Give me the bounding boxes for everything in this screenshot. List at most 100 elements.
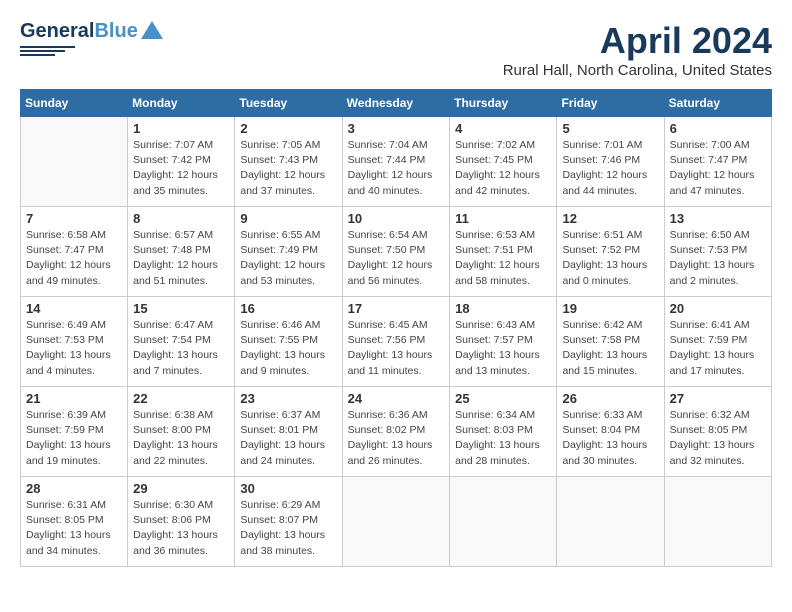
calendar-cell: 17 Sunrise: 6:45 AMSunset: 7:56 PMDayligh… (342, 297, 450, 387)
day-info: Sunrise: 6:50 AMSunset: 7:53 PMDaylight:… (670, 228, 766, 289)
day-number: 10 (348, 211, 445, 226)
calendar-cell: 27Sunrise: 6:32 AMSunset: 8:05 PMDayligh… (664, 387, 771, 477)
day-info: Sunrise: 6:49 AMSunset: 7:53 PMDaylight:… (26, 318, 122, 379)
weekday-header-wednesday: Wednesday (342, 90, 450, 117)
calendar-cell: 23 Sunrise: 6:37 AMSunset: 8:01 PMDayligh… (235, 387, 342, 477)
title-area: April 2024 Rural Hall, North Carolina, U… (503, 20, 772, 79)
day-info: Sunrise: 6:51 AMSunset: 7:52 PMDaylight:… (562, 228, 658, 289)
day-number: 22 (133, 391, 229, 406)
calendar-cell: 18Sunrise: 6:43 AMSunset: 7:57 PMDayligh… (450, 297, 557, 387)
calendar-cell: 7 Sunrise: 6:58 AMSunset: 7:47 PMDaylight… (21, 207, 128, 297)
day-info: Sunrise: 6:38 AMSunset: 8:00 PMDaylight:… (133, 408, 229, 469)
calendar-cell: 28Sunrise: 6:31 AMSunset: 8:05 PMDayligh… (21, 477, 128, 567)
day-info: Sunrise: 7:04 AMSunset: 7:44 PMDaylight:… (348, 138, 445, 199)
day-info: Sunrise: 6:29 AMSunset: 8:07 PMDaylight:… (240, 498, 336, 559)
day-info: Sunrise: 6:47 AMSunset: 7:54 PMDaylight:… (133, 318, 229, 379)
weekday-header-thursday: Thursday (450, 90, 557, 117)
day-number: 7 (26, 211, 122, 226)
day-info: Sunrise: 7:07 AMSunset: 7:42 PMDaylight:… (133, 138, 229, 199)
calendar-cell: 11 Sunrise: 6:53 AMSunset: 7:51 PMDayligh… (450, 207, 557, 297)
logo-text: GeneralBlue (20, 20, 138, 43)
day-number: 16 (240, 301, 336, 316)
calendar-cell: 20 Sunrise: 6:41 AMSunset: 7:59 PMDayligh… (664, 297, 771, 387)
calendar-cell (342, 477, 450, 567)
day-number: 30 (240, 481, 336, 496)
weekday-header-monday: Monday (128, 90, 235, 117)
day-number: 1 (133, 121, 229, 136)
day-number: 24 (348, 391, 445, 406)
page-header: GeneralBlue April 2024 Rural Hall, North… (20, 20, 772, 79)
day-number: 4 (455, 121, 551, 136)
day-info: Sunrise: 6:37 AMSunset: 8:01 PMDaylight:… (240, 408, 336, 469)
day-number: 6 (670, 121, 766, 136)
day-number: 26 (562, 391, 658, 406)
week-row-2: 7 Sunrise: 6:58 AMSunset: 7:47 PMDaylight… (21, 207, 772, 297)
day-number: 18 (455, 301, 551, 316)
calendar-header-row: SundayMondayTuesdayWednesdayThursdayFrid… (21, 90, 772, 117)
day-info: Sunrise: 7:01 AMSunset: 7:46 PMDaylight:… (562, 138, 658, 199)
day-info: Sunrise: 7:00 AMSunset: 7:47 PMDaylight:… (670, 138, 766, 199)
day-number: 17 (348, 301, 445, 316)
calendar-cell: 10 Sunrise: 6:54 AMSunset: 7:50 PMDayligh… (342, 207, 450, 297)
day-number: 27 (670, 391, 766, 406)
calendar-cell: 22 Sunrise: 6:38 AMSunset: 8:00 PMDayligh… (128, 387, 235, 477)
calendar-table: SundayMondayTuesdayWednesdayThursdayFrid… (20, 89, 772, 567)
day-info: Sunrise: 6:57 AMSunset: 7:48 PMDaylight:… (133, 228, 229, 289)
logo-triangle-icon (138, 23, 163, 41)
calendar-cell: 29Sunrise: 6:30 AMSunset: 8:06 PMDayligh… (128, 477, 235, 567)
week-row-1: 1 Sunrise: 7:07 AMSunset: 7:42 PMDaylight… (21, 117, 772, 207)
week-row-5: 28Sunrise: 6:31 AMSunset: 8:05 PMDayligh… (21, 477, 772, 567)
calendar-cell: 13 Sunrise: 6:50 AMSunset: 7:53 PMDayligh… (664, 207, 771, 297)
day-number: 19 (562, 301, 658, 316)
day-number: 3 (348, 121, 445, 136)
day-number: 25 (455, 391, 551, 406)
calendar-cell: 21 Sunrise: 6:39 AMSunset: 7:59 PMDayligh… (21, 387, 128, 477)
calendar-cell: 4Sunrise: 7:02 AMSunset: 7:45 PMDaylight… (450, 117, 557, 207)
logo-line-2 (20, 50, 65, 52)
day-number: 5 (562, 121, 658, 136)
day-number: 23 (240, 391, 336, 406)
calendar-cell: 14 Sunrise: 6:49 AMSunset: 7:53 PMDayligh… (21, 297, 128, 387)
calendar-cell: 2Sunrise: 7:05 AMSunset: 7:43 PMDaylight… (235, 117, 342, 207)
calendar-cell (557, 477, 664, 567)
logo-lines (20, 46, 75, 56)
calendar-cell: 6 Sunrise: 7:00 AMSunset: 7:47 PMDaylight… (664, 117, 771, 207)
calendar-cell: 24Sunrise: 6:36 AMSunset: 8:02 PMDayligh… (342, 387, 450, 477)
day-number: 14 (26, 301, 122, 316)
day-number: 13 (670, 211, 766, 226)
calendar-cell: 5 Sunrise: 7:01 AMSunset: 7:46 PMDaylight… (557, 117, 664, 207)
day-number: 20 (670, 301, 766, 316)
calendar-cell: 12 Sunrise: 6:51 AMSunset: 7:52 PMDayligh… (557, 207, 664, 297)
calendar-cell: 15 Sunrise: 6:47 AMSunset: 7:54 PMDayligh… (128, 297, 235, 387)
day-info: Sunrise: 6:54 AMSunset: 7:50 PMDaylight:… (348, 228, 445, 289)
logo-general: General (20, 20, 94, 42)
logo-line-3 (20, 54, 55, 56)
day-info: Sunrise: 6:31 AMSunset: 8:05 PMDaylight:… (26, 498, 122, 559)
calendar-cell: 16 Sunrise: 6:46 AMSunset: 7:55 PMDayligh… (235, 297, 342, 387)
calendar-cell: 30 Sunrise: 6:29 AMSunset: 8:07 PMDayligh… (235, 477, 342, 567)
calendar-cell (664, 477, 771, 567)
day-info: Sunrise: 6:42 AMSunset: 7:58 PMDaylight:… (562, 318, 658, 379)
weekday-header-saturday: Saturday (664, 90, 771, 117)
day-number: 8 (133, 211, 229, 226)
logo-blue-text: Blue (94, 20, 137, 42)
location: Rural Hall, North Carolina, United State… (503, 62, 772, 79)
day-number: 15 (133, 301, 229, 316)
day-number: 21 (26, 391, 122, 406)
day-info: Sunrise: 6:41 AMSunset: 7:59 PMDaylight:… (670, 318, 766, 379)
day-info: Sunrise: 6:53 AMSunset: 7:51 PMDaylight:… (455, 228, 551, 289)
day-info: Sunrise: 6:58 AMSunset: 7:47 PMDaylight:… (26, 228, 122, 289)
logo-line-1 (20, 46, 75, 48)
day-number: 12 (562, 211, 658, 226)
calendar-cell: 26 Sunrise: 6:33 AMSunset: 8:04 PMDayligh… (557, 387, 664, 477)
day-info: Sunrise: 6:33 AMSunset: 8:04 PMDaylight:… (562, 408, 658, 469)
calendar-cell: 9Sunrise: 6:55 AMSunset: 7:49 PMDaylight… (235, 207, 342, 297)
day-info: Sunrise: 6:30 AMSunset: 8:06 PMDaylight:… (133, 498, 229, 559)
day-number: 11 (455, 211, 551, 226)
day-info: Sunrise: 6:46 AMSunset: 7:55 PMDaylight:… (240, 318, 336, 379)
day-info: Sunrise: 6:39 AMSunset: 7:59 PMDaylight:… (26, 408, 122, 469)
weekday-header-tuesday: Tuesday (235, 90, 342, 117)
day-number: 2 (240, 121, 336, 136)
day-info: Sunrise: 6:45 AMSunset: 7:56 PMDaylight:… (348, 318, 445, 379)
weekday-header-friday: Friday (557, 90, 664, 117)
